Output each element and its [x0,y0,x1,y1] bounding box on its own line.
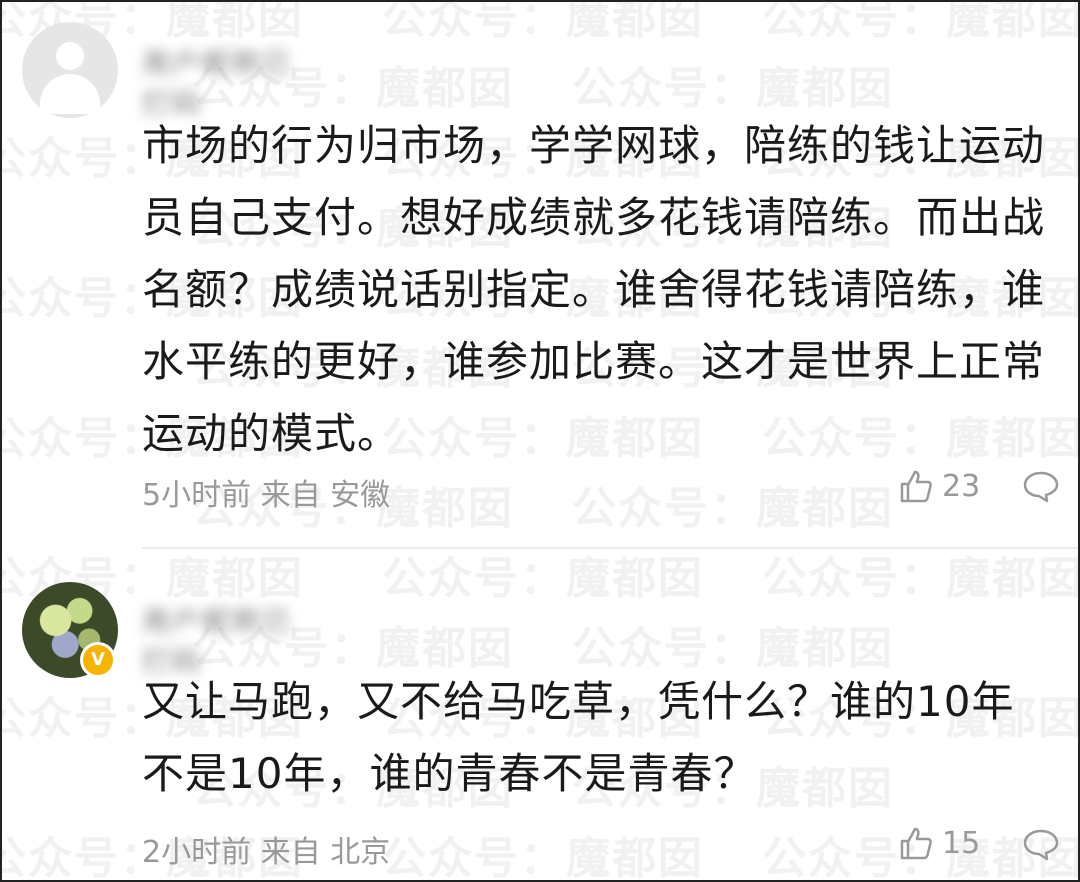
comment-location: 北京 [330,835,391,870]
reply-button[interactable] [1022,470,1060,508]
avatar-head-shape [56,42,84,70]
comment-meta: 2小时前 来自 北京 [142,827,390,871]
avatar[interactable] [22,22,118,118]
speech-bubble-icon [1023,829,1059,861]
comment-meta: 5小时前 来自 安徽 [142,470,390,514]
thumbs-up-icon [900,827,932,860]
verified-badge: V [80,642,116,678]
like-button[interactable]: 23 [898,468,980,504]
watermark: 公众号：魔都囡 [762,0,1080,44]
avatar-body-shape [40,74,100,114]
comment-divider [142,547,1078,549]
speech-bubble-icon [1023,471,1059,503]
watermark: 公众号：魔都囡 [382,833,704,882]
comment-text: 市场的行为归市场，学学网球，陪练的钱让运动员自己支付。想好成绩就多花钱请陪练。而… [142,121,1046,458]
comment-text: 又让马跑，又不给马吃草，凭什么？谁的10年不是10年，谁的青春不是青春？ [142,677,1015,798]
watermark: 公众号：魔都囡 [382,553,704,604]
like-count: 15 [942,825,981,861]
comment-location: 安徽 [330,478,391,513]
watermark: 公众号：魔都囡 [382,0,704,44]
watermark: 公众号：魔都囡 [572,63,894,114]
username-blurred[interactable]: 用户昵称已打码 [142,42,312,120]
like-count: 23 [942,468,981,504]
location-prefix: 来自 [260,835,321,870]
like-button[interactable]: 15 [898,825,980,861]
watermark: 公众号：魔都囡 [572,483,894,534]
location-prefix: 来自 [260,478,321,513]
reply-button[interactable] [1022,828,1060,866]
comment-feed: 公众号：魔都囡 公众号：魔都囡 公众号：魔都囡 公众号：魔都囡 公众号：魔都囡 … [0,0,1080,882]
thumbs-up-icon [900,470,932,503]
comment-time: 5小时前 [142,478,252,513]
watermark: 公众号：魔都囡 [762,553,1080,604]
comment-time: 2小时前 [142,835,252,870]
username-blurred[interactable]: 用户昵称已打码 [142,600,312,678]
